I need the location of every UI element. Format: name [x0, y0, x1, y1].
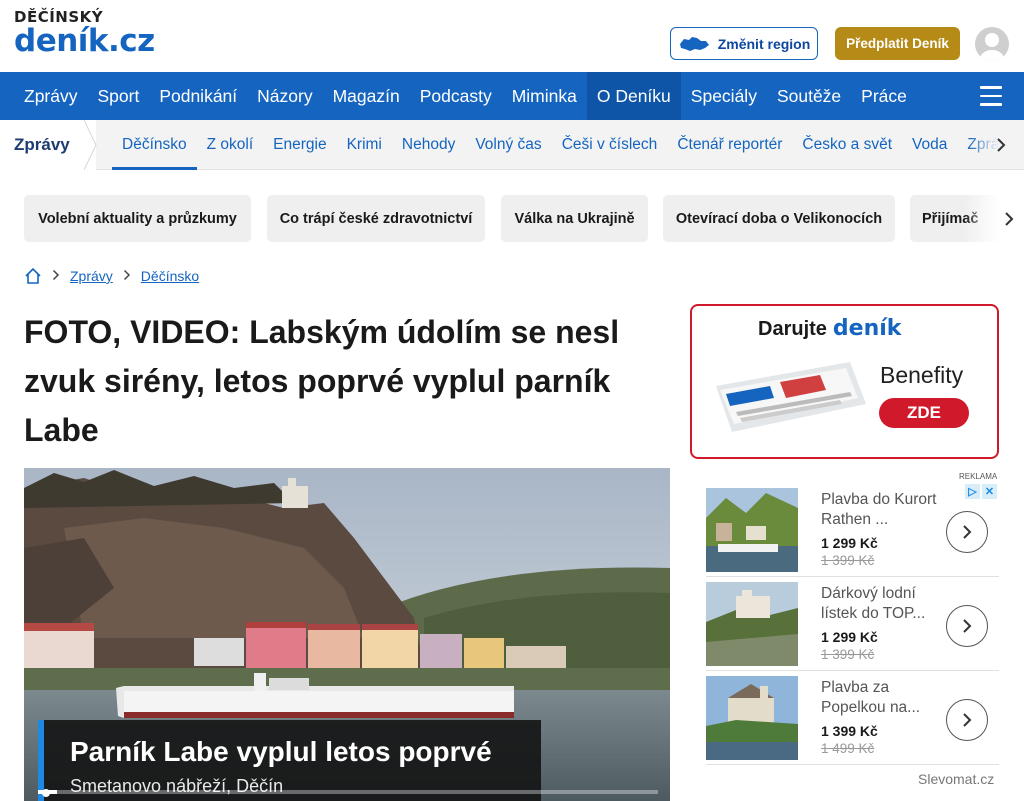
subnav-item-krimi[interactable]: Krimi	[337, 120, 392, 170]
ad-offer[interactable]: Plavba do Kurort Rathen ... 1 299 Kč 1 3…	[706, 483, 999, 577]
offer-open-button[interactable]	[946, 605, 988, 647]
ad-source-link[interactable]: Slevomat.cz	[918, 771, 994, 787]
chevron-right-icon	[963, 713, 972, 727]
nav-item-specialy[interactable]: Speciály	[681, 72, 767, 120]
nav-item-prace[interactable]: Práce	[851, 72, 917, 120]
topic-chip[interactable]: Válka na Ukrajině	[501, 195, 648, 242]
topic-chip[interactable]: Co trápí české zdravotnictví	[267, 195, 485, 242]
offer-price: 1 399 Kč	[821, 723, 878, 739]
promo-heading: Darujte deník	[758, 316, 901, 341]
nav-item-miminka[interactable]: Miminka	[502, 72, 587, 120]
site-logo[interactable]: DĚČÍNSKÝ deník.cz	[14, 9, 155, 57]
nav-item-magazin[interactable]: Magazín	[323, 72, 410, 120]
video-progress-handle[interactable]	[42, 789, 50, 797]
subnav-item-voda[interactable]: Voda	[902, 120, 957, 170]
menu-hamburger-icon[interactable]	[980, 86, 1002, 106]
section-title[interactable]: Zprávy	[0, 120, 96, 170]
promo-cta-button[interactable]: ZDE	[879, 398, 969, 428]
ad-offers-list: Plavba do Kurort Rathen ... 1 299 Kč 1 3…	[706, 483, 999, 765]
promo-benefity-text: Benefity	[880, 362, 964, 388]
ad-label: REKLAMA	[959, 472, 998, 481]
section-divider-chevron-icon	[84, 120, 97, 170]
subnav-item-z-okoli[interactable]: Z okolí	[197, 120, 264, 170]
breadcrumb-separator-icon	[123, 268, 131, 284]
chevron-right-icon	[963, 525, 972, 539]
video-caption: Parník Labe vyplul letos poprvé Smetanov…	[38, 720, 541, 801]
nav-item-o-deniku[interactable]: O Deníku	[586, 72, 681, 120]
gift-subscription-banner[interactable]: Darujte deník Benefity ZDE	[690, 304, 999, 459]
offer-image	[706, 488, 798, 572]
article-headline: FOTO, VIDEO: Labským údolím se nesl zvuk…	[24, 314, 620, 448]
change-region-button[interactable]: Změnit region	[670, 27, 818, 60]
offer-image	[706, 582, 798, 666]
subnav-item-cesi-v-cislech[interactable]: Češi v číslech	[552, 120, 668, 170]
offer-title: Plavba za Popelkou na...	[821, 679, 921, 716]
subnav-item-volny-cas[interactable]: Volný čas	[465, 120, 551, 170]
subscribe-button[interactable]: Předplatit Deník	[835, 27, 960, 60]
topic-chips: Volební aktuality a průzkumy Co trápí če…	[24, 195, 1024, 243]
home-icon[interactable]	[24, 267, 42, 285]
subnav-scroll-right[interactable]	[968, 120, 1024, 169]
subnav-item-ctenar-reporter[interactable]: Čtenář reportér	[667, 120, 792, 170]
video-progress-bar[interactable]	[38, 790, 658, 794]
offer-title: Dárkový lodní lístek do TOP...	[821, 585, 926, 622]
chevron-right-icon	[1005, 212, 1014, 226]
offer-old-price: 1 399 Kč	[821, 647, 875, 662]
article-video-player[interactable]: Parník Labe vyplul letos poprvé Smetanov…	[24, 468, 670, 801]
breadcrumb-link-zpravy[interactable]: Zprávy	[70, 268, 113, 284]
offer-price: 1 299 Kč	[821, 535, 878, 551]
change-region-label: Změnit region	[717, 35, 811, 52]
site-header: DĚČÍNSKÝ deník.cz Změnit region Předplat…	[0, 0, 1024, 72]
nav-item-podnikani[interactable]: Podnikání	[149, 72, 247, 120]
breadcrumb-separator-icon	[52, 268, 60, 284]
logo-brand-text: deník.cz	[14, 23, 155, 59]
main-navigation: Zprávy Sport Podnikání Názory Magazín Po…	[0, 72, 1024, 120]
video-caption-title: Parník Labe vyplul letos poprvé	[70, 736, 492, 767]
ad-offer[interactable]: Plavba za Popelkou na... 1 399 Kč 1 499 …	[706, 671, 999, 765]
offer-old-price: 1 499 Kč	[821, 741, 875, 756]
offer-title: Plavba do Kurort Rathen ...	[821, 491, 937, 528]
breadcrumb: Zprávy Děčínsko	[24, 267, 199, 285]
offer-old-price: 1 399 Kč	[821, 553, 875, 568]
topic-chip[interactable]: Otevírací doba o Velikonocích	[663, 195, 895, 242]
breadcrumb-link-decinsko[interactable]: Děčínsko	[141, 268, 199, 284]
section-subnav: Zprávy Děčínsko Z okolí Energie Krimi Ne…	[0, 120, 1024, 170]
promo-denik-logo: deník	[832, 316, 902, 341]
topics-scroll-right[interactable]	[964, 195, 1024, 243]
subnav-item-nehody[interactable]: Nehody	[392, 120, 465, 170]
topic-chip[interactable]: Volební aktuality a průzkumy	[24, 195, 251, 242]
nav-item-nazory[interactable]: Názory	[247, 72, 322, 120]
nav-item-sport[interactable]: Sport	[87, 72, 149, 120]
offer-open-button[interactable]	[946, 511, 988, 553]
user-avatar[interactable]	[975, 27, 1009, 61]
offer-image	[706, 676, 798, 760]
czech-map-icon	[679, 36, 709, 51]
promo-darujte-text: Darujte	[758, 318, 827, 340]
chevron-right-icon	[997, 137, 1006, 152]
offer-price: 1 299 Kč	[821, 629, 878, 645]
subnav-item-decinsko[interactable]: Děčínsko	[112, 120, 197, 170]
newspaper-image	[716, 362, 866, 432]
nav-item-souteze[interactable]: Soutěže	[767, 72, 851, 120]
subnav-item-energie[interactable]: Energie	[263, 120, 336, 170]
subnav-item-cesko-a-svet[interactable]: Česko a svět	[792, 120, 902, 170]
ad-offer[interactable]: Dárkový lodní lístek do TOP... 1 299 Kč …	[706, 577, 999, 671]
chevron-right-icon	[963, 619, 972, 633]
nav-item-podcasty[interactable]: Podcasty	[410, 72, 502, 120]
nav-item-zpravy[interactable]: Zprávy	[14, 72, 87, 120]
offer-open-button[interactable]	[946, 699, 988, 741]
user-icon	[980, 33, 1004, 61]
